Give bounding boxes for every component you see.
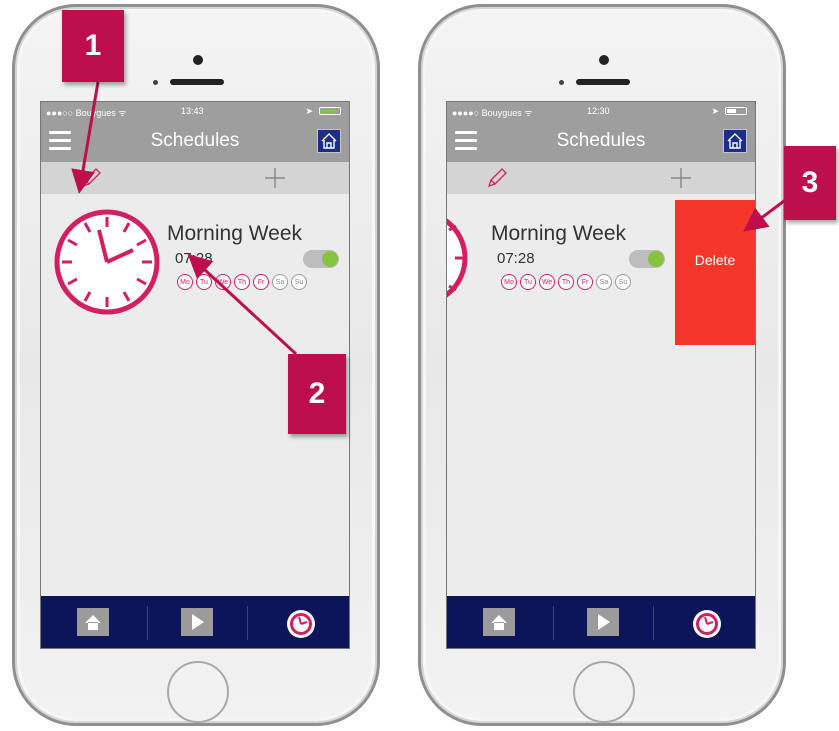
home-icon[interactable] <box>317 129 341 153</box>
day-badge: Tu <box>520 274 536 290</box>
home-button[interactable] <box>167 661 229 723</box>
day-badge: Tu <box>196 274 212 290</box>
day-badge: Sa <box>596 274 612 290</box>
front-camera <box>193 55 203 65</box>
front-camera <box>599 55 609 65</box>
status-bar: ●●●●○ Bouygues ᯤ 12:30 ➤ <box>447 102 755 122</box>
earpiece-speaker <box>170 79 224 85</box>
tab-divider <box>553 606 554 640</box>
day-badge: Sa <box>272 274 288 290</box>
page-title: Schedules <box>150 130 240 151</box>
schedule-name: Morning Week <box>491 222 627 245</box>
pencil-icon[interactable] <box>485 166 509 195</box>
tab-schedules[interactable] <box>285 608 317 638</box>
proximity-sensor <box>153 80 158 85</box>
plus-icon[interactable] <box>669 166 693 195</box>
day-badge: Su <box>615 274 631 290</box>
day-badge: We <box>215 274 231 290</box>
tab-play[interactable] <box>181 608 213 636</box>
tab-play[interactable] <box>587 608 619 636</box>
schedule-toolbar <box>41 162 349 194</box>
day-badge: Fr <box>253 274 269 290</box>
callout-1: 1 <box>62 10 124 82</box>
carrier-label: ●●●●○ Bouygues ᯤ <box>452 108 533 118</box>
day-badge: Mo <box>501 274 517 290</box>
status-time: 13:43 <box>181 106 204 116</box>
home-button[interactable] <box>573 661 635 723</box>
callout-2: 2 <box>288 354 346 434</box>
clock-icon <box>53 208 161 321</box>
battery-icon <box>319 107 341 115</box>
navigation-bar: Schedules <box>41 122 349 162</box>
screen-right: ●●●●○ Bouygues ᯤ 12:30 ➤ Schedules Morni… <box>446 101 756 649</box>
pencil-icon[interactable] <box>79 166 103 195</box>
schedule-time: 07:28 <box>497 250 535 267</box>
carrier-label: ●●●○○ Bouygues ᯤ <box>46 108 127 118</box>
tab-bar <box>41 596 349 648</box>
schedule-row[interactable]: Morning Week 07:28 Mo Tu We Th Fr Sa Su <box>41 202 349 315</box>
delete-button[interactable]: Delete <box>675 200 755 345</box>
clock-icon <box>447 208 471 313</box>
clock-icon <box>287 610 315 638</box>
day-badge: Th <box>234 274 250 290</box>
schedule-toggle[interactable] <box>303 250 339 268</box>
page-title: Schedules <box>556 130 646 151</box>
home-icon[interactable] <box>723 129 747 153</box>
schedule-name: Morning Week <box>167 222 303 245</box>
plus-icon[interactable] <box>263 166 287 195</box>
status-bar: ●●●○○ Bouygues ᯤ 13:43 ➤ <box>41 102 349 122</box>
schedule-toolbar <box>447 162 755 194</box>
tab-home[interactable] <box>77 608 109 636</box>
location-icon: ➤ <box>305 106 313 116</box>
earpiece-speaker <box>576 79 630 85</box>
tab-home[interactable] <box>483 608 515 636</box>
tab-divider <box>653 606 654 640</box>
tab-schedules[interactable] <box>691 608 723 638</box>
navigation-bar: Schedules <box>447 122 755 162</box>
phone-frame-right: ●●●●○ Bouygues ᯤ 12:30 ➤ Schedules Morni… <box>418 4 786 726</box>
callout-3: 3 <box>784 146 836 220</box>
tab-divider <box>147 606 148 640</box>
tab-divider <box>247 606 248 640</box>
proximity-sensor <box>559 80 564 85</box>
clock-icon <box>693 610 721 638</box>
battery-icon <box>725 107 747 115</box>
weekday-list: Mo Tu We Th Fr Sa Su <box>177 274 307 290</box>
weekday-list: Mo Tu We Th Fr Sa Su <box>501 274 631 290</box>
status-time: 12:30 <box>587 106 610 116</box>
location-icon: ➤ <box>711 106 719 116</box>
day-badge: Fr <box>577 274 593 290</box>
schedule-time: 07:28 <box>175 250 213 267</box>
day-badge: Mo <box>177 274 193 290</box>
day-badge: We <box>539 274 555 290</box>
day-badge: Th <box>558 274 574 290</box>
schedule-toggle[interactable] <box>629 250 665 268</box>
tab-bar <box>447 596 755 648</box>
day-badge: Su <box>291 274 307 290</box>
